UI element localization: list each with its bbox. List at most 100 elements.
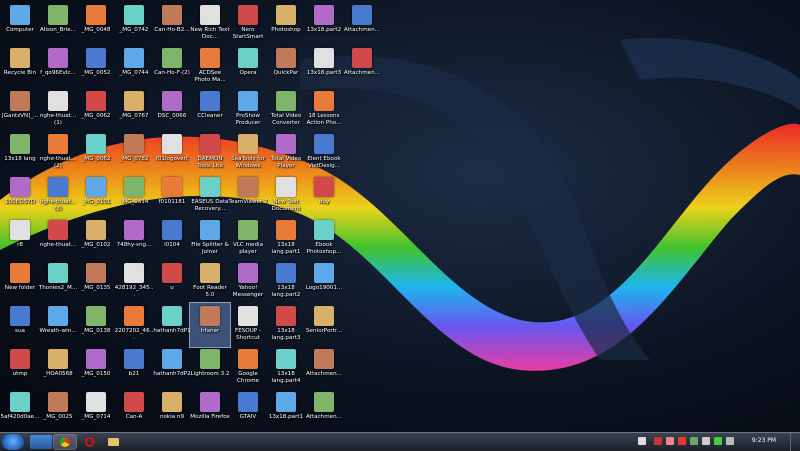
desktop-icon[interactable]: SeniorPortr... [304, 303, 344, 347]
desktop-icon[interactable]: Logo19001... [304, 260, 344, 304]
desktop-icon[interactable]: _MG_0062 [76, 88, 116, 132]
desktop-icon[interactable]: _MG_0714 [76, 389, 116, 433]
desktop-icon[interactable]: 13x18.part2 [304, 2, 344, 46]
desktop-icon[interactable]: 18 Lessons Action Pho... [304, 88, 344, 132]
desktop-icon[interactable]: CCleaner [190, 88, 230, 132]
desktop-icon[interactable]: 13x18 lang.part2 [266, 260, 306, 304]
desktop-icon[interactable]: SeaTools for Windows [228, 131, 268, 175]
desktop-icon[interactable]: nghe-thuat... (2) [38, 131, 78, 175]
desktop-icon[interactable]: GTAIV [228, 389, 268, 433]
desktop-icon[interactable]: 2207202_46... [114, 303, 154, 347]
desktop-icon[interactable]: EASEUS Data Recovery... [190, 174, 230, 218]
desktop-icon[interactable]: DAEMON Tools Lite [190, 131, 230, 175]
desktop-icon[interactable]: duy [304, 174, 344, 218]
desktop-icon[interactable]: 13x18 lang [0, 131, 40, 175]
desktop-icon[interactable]: Nero StartSmart [228, 2, 268, 46]
desktop-icon[interactable]: DSC_0066 [152, 88, 192, 132]
desktop-icon[interactable]: r8 [0, 217, 40, 261]
tray-icon-5[interactable] [690, 437, 698, 445]
desktop-icon[interactable]: 748hy-sng... [114, 217, 154, 261]
desktop-icon[interactable]: nghe-thuat... [38, 217, 78, 261]
desktop-icon[interactable]: f01logovert [152, 131, 192, 175]
chrome-taskbar-button[interactable] [53, 434, 77, 450]
internet-explorer-icon[interactable] [30, 435, 52, 449]
desktop-icon[interactable]: New folder [0, 260, 40, 304]
desktop-icon[interactable]: u [152, 260, 192, 304]
desktop-icon[interactable]: _HOA0568 [38, 346, 78, 390]
desktop-icon[interactable]: Can-Ho-F-(2) [152, 45, 192, 89]
tray-icon-1[interactable] [638, 437, 646, 445]
desktop-icon[interactable]: _MG_0062 [76, 131, 116, 175]
desktop-icon[interactable]: New Rich Text Doc... [190, 2, 230, 46]
desktop-icon[interactable]: i0104 [152, 217, 192, 261]
desktop-icon[interactable]: Thonies2_M... [38, 260, 78, 304]
desktop-icon[interactable]: _MG_0150 [76, 346, 116, 390]
desktop-icon[interactable]: Total Video Player [266, 131, 306, 175]
desktop-icon[interactable]: Irfaner [189, 302, 231, 348]
desktop-icon[interactable]: _MG_0744 [114, 45, 154, 89]
desktop-icon[interactable]: Attachmen... [304, 389, 344, 433]
desktop-icon[interactable]: Attachmen... [304, 346, 344, 390]
desktop-icon[interactable]: 13x18 lang.part1 [266, 217, 306, 261]
desktop-icon[interactable]: 13x18 lang.part3 [266, 303, 306, 347]
desktop-icon[interactable]: [GantzVN]_... [0, 88, 40, 132]
desktop-icon[interactable]: b21 [114, 346, 154, 390]
desktop-icon[interactable]: Attachmen... [342, 45, 382, 89]
desktop-icon[interactable]: _MG_0767 [114, 88, 154, 132]
desktop-icon[interactable]: _MG_0101 [76, 174, 116, 218]
desktop-icon[interactable]: Opera [228, 45, 268, 89]
desktop-icon[interactable]: _MG_0138 [76, 303, 116, 347]
taskbar-clock[interactable]: 9:23 PM [744, 437, 784, 444]
desktop-icon[interactable]: Recycle Bin [0, 45, 40, 89]
desktop-icon[interactable]: _MG_0102 [76, 217, 116, 261]
desktop-icon[interactable]: TeamViewer 7 [228, 174, 268, 218]
desktop-icon[interactable]: hathanh7dP1 [152, 303, 192, 347]
network-icon[interactable] [714, 437, 722, 445]
tray-icon-3[interactable] [666, 437, 674, 445]
desktop-icon[interactable]: Elent Ebook VietDesig... [304, 131, 344, 175]
desktop-icon[interactable]: Lightroom 3.2 [190, 346, 230, 390]
show-desktop-button[interactable] [790, 433, 800, 451]
tray-icon-4[interactable] [678, 437, 686, 445]
start-button[interactable] [2, 434, 24, 450]
desktop-icon[interactable]: Can-A [114, 389, 154, 433]
desktop-icon[interactable]: New Text Document [266, 174, 306, 218]
tray-icon-2[interactable] [654, 437, 662, 445]
desktop-icon[interactable]: File Splitter & Joiner [190, 217, 230, 261]
desktop-icon[interactable]: 13x18.part1 [266, 389, 306, 433]
desktop-icon[interactable]: Computer [0, 2, 40, 46]
desktop-icon[interactable]: _MG_0048 [76, 2, 116, 46]
desktop-icon[interactable]: Foot Reader 5.0 [190, 260, 230, 304]
desktop-icon[interactable]: ProShow Producer [228, 88, 268, 132]
volume-icon[interactable] [726, 437, 734, 445]
desktop-icon[interactable]: FESOUP - Shortcut [228, 303, 268, 347]
desktop-icon[interactable]: Yahoo! Messenger [228, 260, 268, 304]
desktop-icon[interactable]: f0101181 [152, 174, 192, 218]
desktop-icon[interactable]: VLC media player [228, 217, 268, 261]
desktop-icon[interactable]: utmp [0, 346, 40, 390]
desktop-icon[interactable]: Wreath-win... [38, 303, 78, 347]
desktop-icon[interactable]: 13x18 lang.part4 [266, 346, 306, 390]
desktop-icon[interactable]: 100EOS7D [0, 174, 40, 218]
desktop-icon[interactable]: _MG_0135 [76, 260, 116, 304]
tray-icon-6[interactable] [702, 437, 710, 445]
opera-taskbar-button[interactable] [78, 435, 100, 449]
desktop-icon[interactable]: _MG_0782 [114, 131, 154, 175]
desktop-icon[interactable]: ACDSee Photo Ma... [190, 45, 230, 89]
desktop-icon[interactable]: Mozilla Firefox [190, 389, 230, 433]
desktop-icon[interactable]: _MG_0742 [114, 2, 154, 46]
desktop-icon[interactable]: QuickPar [266, 45, 306, 89]
desktop-icon[interactable]: Total Video Converter [266, 88, 306, 132]
desktop-icon[interactable]: sua [0, 303, 40, 347]
desktop-icon[interactable]: _MG_0025 [38, 389, 78, 433]
desktop-icon[interactable]: Ebook Photoshop... [304, 217, 344, 261]
desktop-icon[interactable]: _MG_9814 [114, 174, 154, 218]
desktop-icon[interactable]: hathanh7dP2 [152, 346, 192, 390]
desktop-icon[interactable]: 13x18.part3 [304, 45, 344, 89]
desktop-icon[interactable]: 5af420d0ae... [0, 389, 40, 433]
desktop-icon[interactable]: nokia n9 [152, 389, 192, 433]
desktop-icon[interactable]: Google Chrome [228, 346, 268, 390]
desktop-icon[interactable]: Photoshop [266, 2, 306, 46]
desktop-icon[interactable]: Alison_Brie... [38, 2, 78, 46]
folder-taskbar-button[interactable] [102, 435, 124, 449]
